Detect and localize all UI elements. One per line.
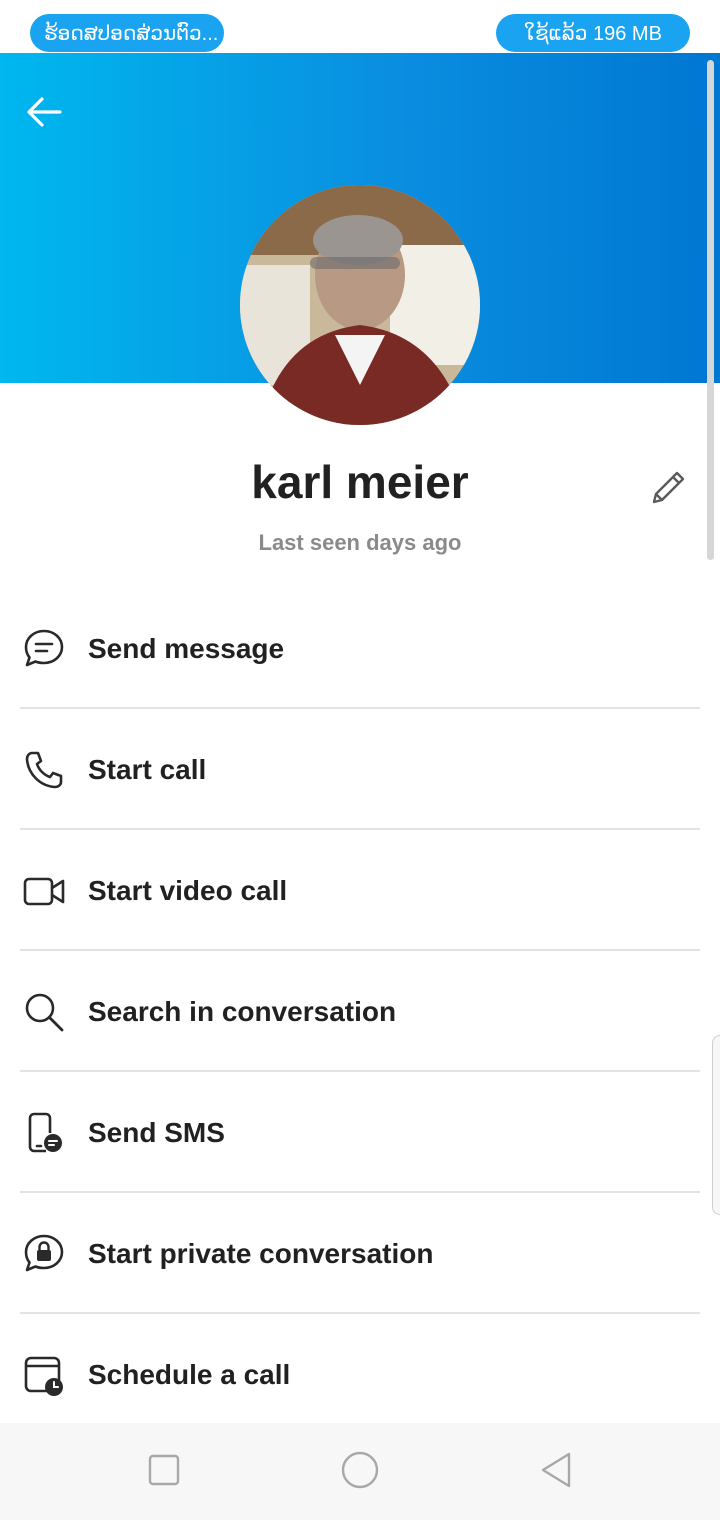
action-list: Send message Start call Start video call… [0, 588, 720, 1435]
send-message-button[interactable]: Send message [0, 588, 720, 709]
action-label: Send message [88, 632, 285, 664]
phone-icon [20, 746, 68, 794]
calendar-clock-icon [20, 1351, 68, 1399]
edit-button[interactable] [643, 465, 693, 515]
action-label: Start call [88, 753, 207, 785]
triangle-back-icon [538, 1451, 574, 1494]
start-private-conversation-button[interactable]: Start private conversation [0, 1193, 720, 1314]
action-label: Send SMS [88, 1116, 225, 1148]
data-usage-pill[interactable]: ໃຊ້ແລ້ວ 196 MB [496, 14, 690, 52]
last-seen-status: Last seen days ago [258, 530, 462, 555]
start-video-call-button[interactable]: Start video call [0, 830, 720, 951]
recents-button[interactable] [139, 1447, 189, 1497]
square-icon [147, 1453, 181, 1492]
data-usage-label: ໃຊ້ແລ້ວ 196 MB [524, 22, 662, 45]
pencil-icon [646, 466, 690, 515]
start-call-button[interactable]: Start call [0, 709, 720, 830]
chat-bubble-icon [20, 625, 68, 673]
search-icon [20, 988, 68, 1036]
schedule-call-button[interactable]: Schedule a call [0, 1314, 720, 1435]
action-label: Start private conversation [88, 1237, 434, 1269]
circle-icon [340, 1450, 380, 1495]
send-sms-button[interactable]: Send SMS [0, 1072, 720, 1193]
video-camera-icon [20, 867, 68, 915]
scrollbar[interactable] [707, 60, 714, 560]
system-nav-bar [0, 1423, 720, 1520]
back-nav-button[interactable] [531, 1447, 581, 1497]
contact-name: karl meier [251, 456, 469, 508]
lock-bubble-icon [20, 1230, 68, 1278]
action-label: Schedule a call [88, 1358, 291, 1390]
back-button[interactable] [20, 92, 68, 136]
phone-sms-icon [20, 1109, 68, 1157]
hotspot-pill[interactable]: ຮ້ອດສປອດສ່ວນຕົວ... [30, 14, 224, 52]
status-bar: ຮ້ອດສປອດສ່ວນຕົວ... ໃຊ້ແລ້ວ 196 MB [0, 0, 720, 53]
arrow-left-icon [24, 94, 64, 135]
hotspot-label: ຮ້ອດສປອດສ່ວນຕົວ... [44, 22, 219, 45]
avatar [240, 185, 480, 425]
home-button[interactable] [335, 1447, 385, 1497]
search-in-conversation-button[interactable]: Search in conversation [0, 951, 720, 1072]
action-label: Start video call [88, 874, 288, 906]
action-label: Search in conversation [88, 995, 397, 1027]
